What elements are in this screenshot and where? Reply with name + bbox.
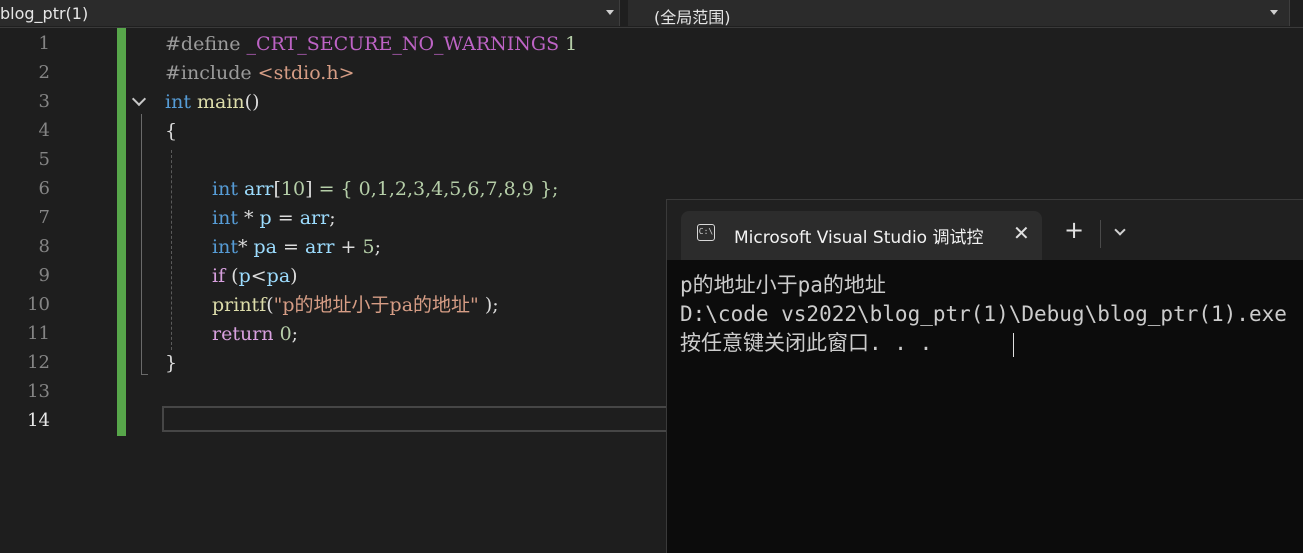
debug-console-window: C:\ Microsoft Visual Studio 调试控制台 ✕ + p的… [666,199,1303,553]
line-number: 10 [27,294,50,315]
console-tab-title: Microsoft Visual Studio 调试控制台 [734,228,984,248]
open-brace: { [165,120,178,142]
operator: + [334,236,363,258]
type-keyword: int [212,178,238,200]
console-output-line: 按任意键关闭此窗口. . . [680,331,933,355]
variable-name: pa [253,236,278,258]
control-keyword: if [212,265,226,287]
code-line-12: } [165,349,177,378]
line-number: 7 [38,207,50,228]
punctuation: ) [290,265,298,287]
navigation-bar: blog_ptr(1) (全局范围) [0,0,1303,28]
console-output-line: D:\code vs2022\blog_ptr(1)\Debug\blog_pt… [680,302,1287,326]
line-number: 6 [38,178,50,199]
punctuation: * [237,236,254,258]
chevron-down-icon [1270,10,1278,15]
close-brace: } [165,352,178,374]
punctuation: [ [273,178,281,200]
number-literal: 0 [279,323,292,345]
code-line-2: #include <stdio.h> [165,59,355,88]
line-number: 1 [38,33,50,54]
number-literal: 5 [362,236,375,258]
line-number: 13 [27,381,50,402]
function-name: main [197,91,245,113]
line-number: 12 [27,352,50,373]
console-output-line: p的地址小于pa的地址 [680,273,886,297]
variable-name: arr [299,207,330,229]
current-line-number: 14 [27,410,50,431]
line-number-gutter: 1 2 3 4 5 6 7 8 9 10 11 12 13 14 [0,28,118,552]
current-line-highlight [162,406,682,432]
operator: = [277,236,305,258]
tab-separator [1100,220,1101,248]
new-tab-button[interactable]: + [1064,218,1084,242]
code-line-3: int main() [165,88,260,117]
change-tracking-bar [117,28,126,436]
punctuation: ; [329,207,336,229]
project-dropdown[interactable]: blog_ptr(1) [0,0,620,26]
preprocessor-directive: #define [165,33,241,55]
variable-name: arr [305,236,335,258]
punctuation: ( [266,294,274,316]
code-line-1: #define _CRT_SECURE_NO_WARNINGS 1 [165,30,577,59]
line-number: 8 [38,236,50,257]
control-keyword: return [212,323,274,345]
type-keyword: int [212,236,238,258]
console-tab[interactable]: C:\ Microsoft Visual Studio 调试控制台 ✕ [681,211,1042,260]
text-cursor [1013,333,1014,357]
code-line-4: { [165,117,177,146]
console-tab-bar: C:\ Microsoft Visual Studio 调试控制台 ✕ + [667,200,1303,260]
macro-name: _CRT_SECURE_NO_WARNINGS [246,33,560,55]
punctuation: ); [478,294,499,316]
line-number: 3 [38,91,50,112]
number-literal: 1 [565,33,578,55]
fold-guide-end [141,374,148,375]
line-number: 2 [38,62,50,83]
type-keyword: int [212,207,238,229]
variable-name: arr [244,178,274,200]
punctuation: ( [225,265,239,287]
operator: = [271,207,300,229]
punctuation: ; [374,236,381,258]
code-editor[interactable]: #define _CRT_SECURE_NO_WARNINGS 1 #inclu… [165,30,577,514]
project-dropdown-value: blog_ptr(1) [0,4,89,23]
initializer-list: = { 0,1,2,3,4,5,6,7,8,9 }; [312,178,559,200]
code-line-8: int* pa = arr + 5; [212,233,381,262]
type-keyword: int [165,91,191,113]
code-line-11: return 0; [212,320,298,349]
punctuation: ; [291,323,299,345]
line-number: 9 [38,265,50,286]
chevron-down-icon [606,10,614,15]
code-line-10: printf("p的地址小于pa的地址" ); [212,291,499,320]
scope-dropdown[interactable]: (全局范围) [628,0,1290,27]
chevron-down-icon[interactable] [1114,224,1126,236]
fold-chevron-icon[interactable] [131,91,147,107]
close-icon[interactable]: ✕ [1013,221,1030,245]
fold-guide [141,114,142,374]
line-number: 11 [27,323,50,344]
line-number: 4 [38,120,50,141]
code-line-9: if (p<pa) [212,262,298,291]
punctuation: () [244,91,260,113]
string-literal: "p的地址小于pa的地址" [273,294,479,316]
code-line-6: int arr[10] = { 0,1,2,3,4,5,6,7,8,9 }; [212,175,558,204]
terminal-icon: C:\ [697,224,715,241]
punctuation: * [237,207,260,229]
include-header: <stdio.h> [257,62,355,84]
scope-dropdown-value: (全局范围) [654,8,731,27]
variable-name: p [238,265,251,287]
preprocessor-directive: #include [165,62,252,84]
variable-name: pa [266,265,291,287]
operator: < [250,265,267,287]
line-number: 5 [38,149,50,170]
variable-name: p [259,207,272,229]
code-line-7: int * p = arr; [212,204,336,233]
number-literal: 10 [280,178,306,200]
punctuation: ] [305,178,313,200]
function-name: printf [212,294,267,316]
